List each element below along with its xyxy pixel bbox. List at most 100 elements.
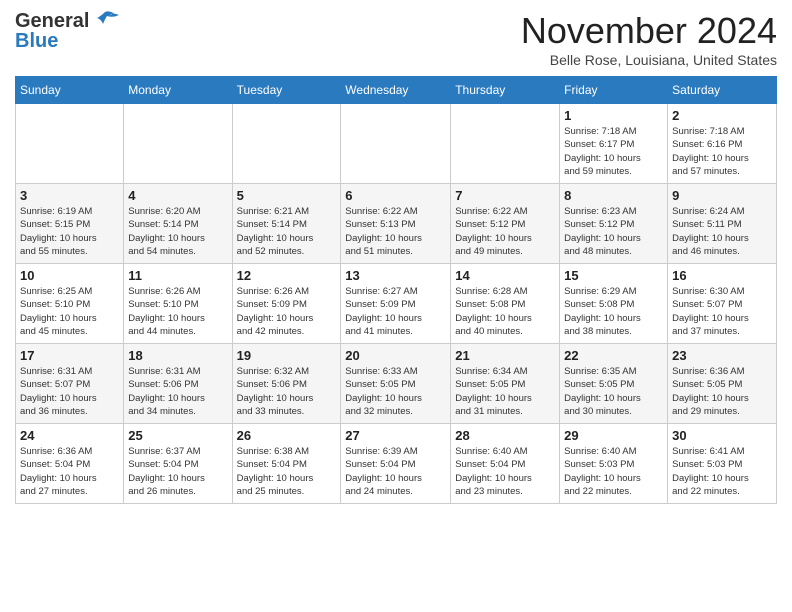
day-number: 10 <box>20 268 119 283</box>
day-info: Sunrise: 6:32 AMSunset: 5:06 PMDaylight:… <box>237 365 337 418</box>
header-friday: Friday <box>560 77 668 104</box>
day-info: Sunrise: 6:41 AMSunset: 5:03 PMDaylight:… <box>672 445 772 498</box>
day-info: Sunrise: 6:36 AMSunset: 5:04 PMDaylight:… <box>20 445 119 498</box>
calendar-cell: 20 Sunrise: 6:33 AMSunset: 5:05 PMDayligh… <box>341 344 451 424</box>
day-number: 21 <box>455 348 555 363</box>
calendar-cell: 29 Sunrise: 6:40 AMSunset: 5:03 PMDayligh… <box>560 424 668 504</box>
day-number: 15 <box>564 268 663 283</box>
logo-blue: Blue <box>15 30 58 52</box>
calendar-cell: 15 Sunrise: 6:29 AMSunset: 5:08 PMDayligh… <box>560 264 668 344</box>
day-number: 8 <box>564 188 663 203</box>
day-number: 26 <box>237 428 337 443</box>
day-info: Sunrise: 6:40 AMSunset: 5:04 PMDaylight:… <box>455 445 555 498</box>
day-number: 9 <box>672 188 772 203</box>
day-number: 18 <box>128 348 227 363</box>
header-monday: Monday <box>124 77 232 104</box>
day-info: Sunrise: 6:31 AMSunset: 5:07 PMDaylight:… <box>20 365 119 418</box>
day-info: Sunrise: 6:19 AMSunset: 5:15 PMDaylight:… <box>20 205 119 258</box>
day-number: 30 <box>672 428 772 443</box>
header-saturday: Saturday <box>668 77 777 104</box>
day-info: Sunrise: 6:27 AMSunset: 5:09 PMDaylight:… <box>345 285 446 338</box>
calendar-cell: 28 Sunrise: 6:40 AMSunset: 5:04 PMDayligh… <box>451 424 560 504</box>
calendar-cell: 21Sunrise: 6:34 AMSunset: 5:05 PMDayligh… <box>451 344 560 424</box>
calendar-cell: 8Sunrise: 6:23 AMSunset: 5:12 PMDaylight… <box>560 184 668 264</box>
day-number: 24 <box>20 428 119 443</box>
calendar-cell: 25Sunrise: 6:37 AMSunset: 5:04 PMDayligh… <box>124 424 232 504</box>
calendar-cell: 22 Sunrise: 6:35 AMSunset: 5:05 PMDayligh… <box>560 344 668 424</box>
day-number: 4 <box>128 188 227 203</box>
day-info: Sunrise: 6:35 AMSunset: 5:05 PMDaylight:… <box>564 365 663 418</box>
location: Belle Rose, Louisiana, United States <box>521 52 777 68</box>
day-info: Sunrise: 6:26 AMSunset: 5:09 PMDaylight:… <box>237 285 337 338</box>
calendar-cell: 14Sunrise: 6:28 AMSunset: 5:08 PMDayligh… <box>451 264 560 344</box>
day-info: Sunrise: 6:21 AMSunset: 5:14 PMDaylight:… <box>237 205 337 258</box>
day-info: Sunrise: 6:22 AMSunset: 5:12 PMDaylight:… <box>455 205 555 258</box>
calendar-cell: 19 Sunrise: 6:32 AMSunset: 5:06 PMDayligh… <box>232 344 341 424</box>
header-thursday: Thursday <box>451 77 560 104</box>
calendar-cell: 6Sunrise: 6:22 AMSunset: 5:13 PMDaylight… <box>341 184 451 264</box>
calendar-cell <box>232 104 341 184</box>
calendar-cell: 9 Sunrise: 6:24 AMSunset: 5:11 PMDaylight… <box>668 184 777 264</box>
week-row-3: 10 Sunrise: 6:25 AMSunset: 5:10 PMDayligh… <box>16 264 777 344</box>
header-wednesday: Wednesday <box>341 77 451 104</box>
day-number: 16 <box>672 268 772 283</box>
calendar-header-row: SundayMondayTuesdayWednesdayThursdayFrid… <box>16 77 777 104</box>
day-info: Sunrise: 7:18 AMSunset: 6:17 PMDaylight:… <box>564 125 663 178</box>
day-number: 7 <box>455 188 555 203</box>
month-title: November 2024 <box>521 10 777 52</box>
calendar-cell: 10 Sunrise: 6:25 AMSunset: 5:10 PMDayligh… <box>16 264 124 344</box>
day-info: Sunrise: 6:36 AMSunset: 5:05 PMDaylight:… <box>672 365 772 418</box>
day-number: 13 <box>345 268 446 283</box>
day-number: 22 <box>564 348 663 363</box>
day-info: Sunrise: 6:33 AMSunset: 5:05 PMDaylight:… <box>345 365 446 418</box>
calendar-cell <box>16 104 124 184</box>
day-number: 12 <box>237 268 337 283</box>
calendar-cell: 12 Sunrise: 6:26 AMSunset: 5:09 PMDayligh… <box>232 264 341 344</box>
day-number: 11 <box>128 268 227 283</box>
day-info: Sunrise: 6:31 AMSunset: 5:06 PMDaylight:… <box>128 365 227 418</box>
calendar-cell: 2Sunrise: 7:18 AMSunset: 6:16 PMDaylight… <box>668 104 777 184</box>
day-number: 19 <box>237 348 337 363</box>
calendar-cell: 7 Sunrise: 6:22 AMSunset: 5:12 PMDaylight… <box>451 184 560 264</box>
day-number: 25 <box>128 428 227 443</box>
calendar-cell: 16 Sunrise: 6:30 AMSunset: 5:07 PMDayligh… <box>668 264 777 344</box>
day-info: Sunrise: 6:29 AMSunset: 5:08 PMDaylight:… <box>564 285 663 338</box>
calendar-cell: 5 Sunrise: 6:21 AMSunset: 5:14 PMDaylight… <box>232 184 341 264</box>
calendar-cell: 27 Sunrise: 6:39 AMSunset: 5:04 PMDayligh… <box>341 424 451 504</box>
calendar-cell: 4 Sunrise: 6:20 AMSunset: 5:14 PMDaylight… <box>124 184 232 264</box>
week-row-1: 1Sunrise: 7:18 AMSunset: 6:17 PMDaylight… <box>16 104 777 184</box>
page-header: General Blue November 2024 Belle Rose, L… <box>15 10 777 68</box>
calendar-cell: 24 Sunrise: 6:36 AMSunset: 5:04 PMDayligh… <box>16 424 124 504</box>
day-info: Sunrise: 6:30 AMSunset: 5:07 PMDaylight:… <box>672 285 772 338</box>
calendar-cell: 23Sunrise: 6:36 AMSunset: 5:05 PMDayligh… <box>668 344 777 424</box>
day-number: 20 <box>345 348 446 363</box>
logo-bird-icon <box>91 10 119 28</box>
calendar-cell <box>124 104 232 184</box>
calendar-cell <box>341 104 451 184</box>
day-info: Sunrise: 7:18 AMSunset: 6:16 PMDaylight:… <box>672 125 772 178</box>
day-info: Sunrise: 6:40 AMSunset: 5:03 PMDaylight:… <box>564 445 663 498</box>
week-row-5: 24 Sunrise: 6:36 AMSunset: 5:04 PMDayligh… <box>16 424 777 504</box>
day-number: 5 <box>237 188 337 203</box>
header-sunday: Sunday <box>16 77 124 104</box>
calendar-cell: 3Sunrise: 6:19 AMSunset: 5:15 PMDaylight… <box>16 184 124 264</box>
day-number: 28 <box>455 428 555 443</box>
day-info: Sunrise: 6:26 AMSunset: 5:10 PMDaylight:… <box>128 285 227 338</box>
day-number: 27 <box>345 428 446 443</box>
logo-general: General <box>15 10 89 32</box>
week-row-2: 3Sunrise: 6:19 AMSunset: 5:15 PMDaylight… <box>16 184 777 264</box>
logo: General Blue <box>15 10 119 52</box>
day-number: 17 <box>20 348 119 363</box>
calendar-cell: 26Sunrise: 6:38 AMSunset: 5:04 PMDayligh… <box>232 424 341 504</box>
day-info: Sunrise: 6:28 AMSunset: 5:08 PMDaylight:… <box>455 285 555 338</box>
day-info: Sunrise: 6:39 AMSunset: 5:04 PMDaylight:… <box>345 445 446 498</box>
day-info: Sunrise: 6:20 AMSunset: 5:14 PMDaylight:… <box>128 205 227 258</box>
calendar-cell: 13 Sunrise: 6:27 AMSunset: 5:09 PMDayligh… <box>341 264 451 344</box>
day-info: Sunrise: 6:24 AMSunset: 5:11 PMDaylight:… <box>672 205 772 258</box>
day-number: 29 <box>564 428 663 443</box>
calendar-cell: 18 Sunrise: 6:31 AMSunset: 5:06 PMDayligh… <box>124 344 232 424</box>
calendar-cell: 11 Sunrise: 6:26 AMSunset: 5:10 PMDayligh… <box>124 264 232 344</box>
day-info: Sunrise: 6:25 AMSunset: 5:10 PMDaylight:… <box>20 285 119 338</box>
title-section: November 2024 Belle Rose, Louisiana, Uni… <box>521 10 777 68</box>
header-tuesday: Tuesday <box>232 77 341 104</box>
